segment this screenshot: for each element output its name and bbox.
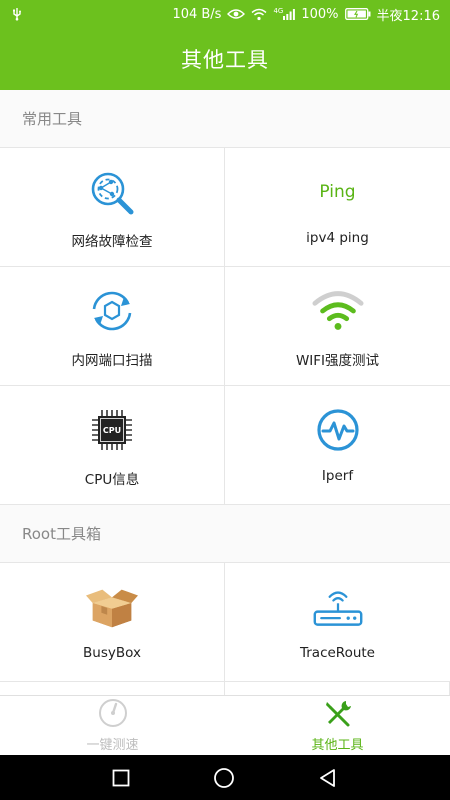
tools-list[interactable]: 常用工具 网络故障检查 Ping ipv4 ping 内网端口扫描 WIFI强度…: [0, 90, 450, 695]
box-icon: [86, 583, 138, 631]
tool-label: WIFI强度测试: [295, 353, 380, 369]
back-button[interactable]: [318, 768, 338, 788]
bottom-nav: 一键测速 其他工具: [0, 695, 450, 755]
tool-label: Iperf: [321, 468, 354, 484]
nav-label: 一键测速: [86, 738, 139, 753]
cpu-icon-text: CPU: [102, 425, 122, 435]
tool-label: ipv4 ping: [306, 230, 369, 246]
tool-network-diagnose[interactable]: 网络故障检查: [0, 148, 225, 267]
section-header-root: Root工具箱: [0, 505, 450, 563]
system-nav-bar: [0, 755, 450, 800]
network-diagnose-icon: [86, 168, 138, 216]
nav-label: 其他工具: [311, 738, 364, 753]
page-title: 其他工具: [181, 48, 269, 72]
tool-label: 网络故障检查: [71, 234, 153, 250]
root-tools-grid: BusyBox TraceRoute: [0, 563, 450, 682]
eye-icon: [227, 8, 246, 20]
net-speed: 104 B/s: [172, 6, 222, 22]
iperf-icon: [312, 406, 364, 454]
tool-busybox[interactable]: BusyBox: [0, 563, 225, 682]
cell-signal: 4G: [273, 7, 296, 20]
router-icon: [312, 583, 364, 631]
signal-bars-icon: [283, 8, 296, 20]
battery-icon: [344, 8, 371, 20]
battery-percent: 100%: [301, 6, 339, 22]
app-bar: 其他工具: [0, 28, 450, 90]
cpu-icon: CPU: [86, 406, 138, 454]
ping-icon-text: Ping: [319, 182, 356, 202]
tool-cpu-info[interactable]: CPU CPU信息: [0, 386, 225, 505]
tool-iperf[interactable]: Iperf: [225, 386, 450, 505]
signal-tag: 4G: [273, 7, 284, 15]
status-bar: 104 B/s 4G 100% 半夜12:16: [0, 0, 450, 28]
nav-other-tools[interactable]: 其他工具: [225, 696, 450, 755]
tool-label: BusyBox: [83, 645, 141, 661]
home-button[interactable]: [213, 767, 235, 789]
tool-label: CPU信息: [84, 472, 140, 488]
nav-speed-test[interactable]: 一键测速: [0, 696, 225, 755]
tools-icon: [322, 698, 354, 732]
common-tools-grid: 网络故障检查 Ping ipv4 ping 内网端口扫描 WIFI强度测试 CP…: [0, 148, 450, 505]
ping-icon: Ping: [312, 168, 364, 216]
section-header-common: 常用工具: [0, 90, 450, 148]
tool-traceroute[interactable]: TraceRoute: [225, 563, 450, 682]
port-scan-icon: [86, 287, 138, 335]
tool-ipv4-ping[interactable]: Ping ipv4 ping: [225, 148, 450, 267]
clock: 半夜12:16: [376, 8, 440, 24]
wifi-status-icon: [251, 8, 267, 21]
next-row-partial: [0, 682, 450, 695]
usb-icon: [10, 7, 24, 21]
tool-wifi-strength[interactable]: WIFI强度测试: [225, 267, 450, 386]
tool-label: 内网端口扫描: [71, 353, 153, 369]
speedometer-icon: [97, 698, 129, 732]
wifi-strength-icon: [311, 287, 364, 335]
recent-apps-button[interactable]: [112, 769, 130, 787]
tool-label: TraceRoute: [299, 645, 375, 661]
tool-port-scan[interactable]: 内网端口扫描: [0, 267, 225, 386]
